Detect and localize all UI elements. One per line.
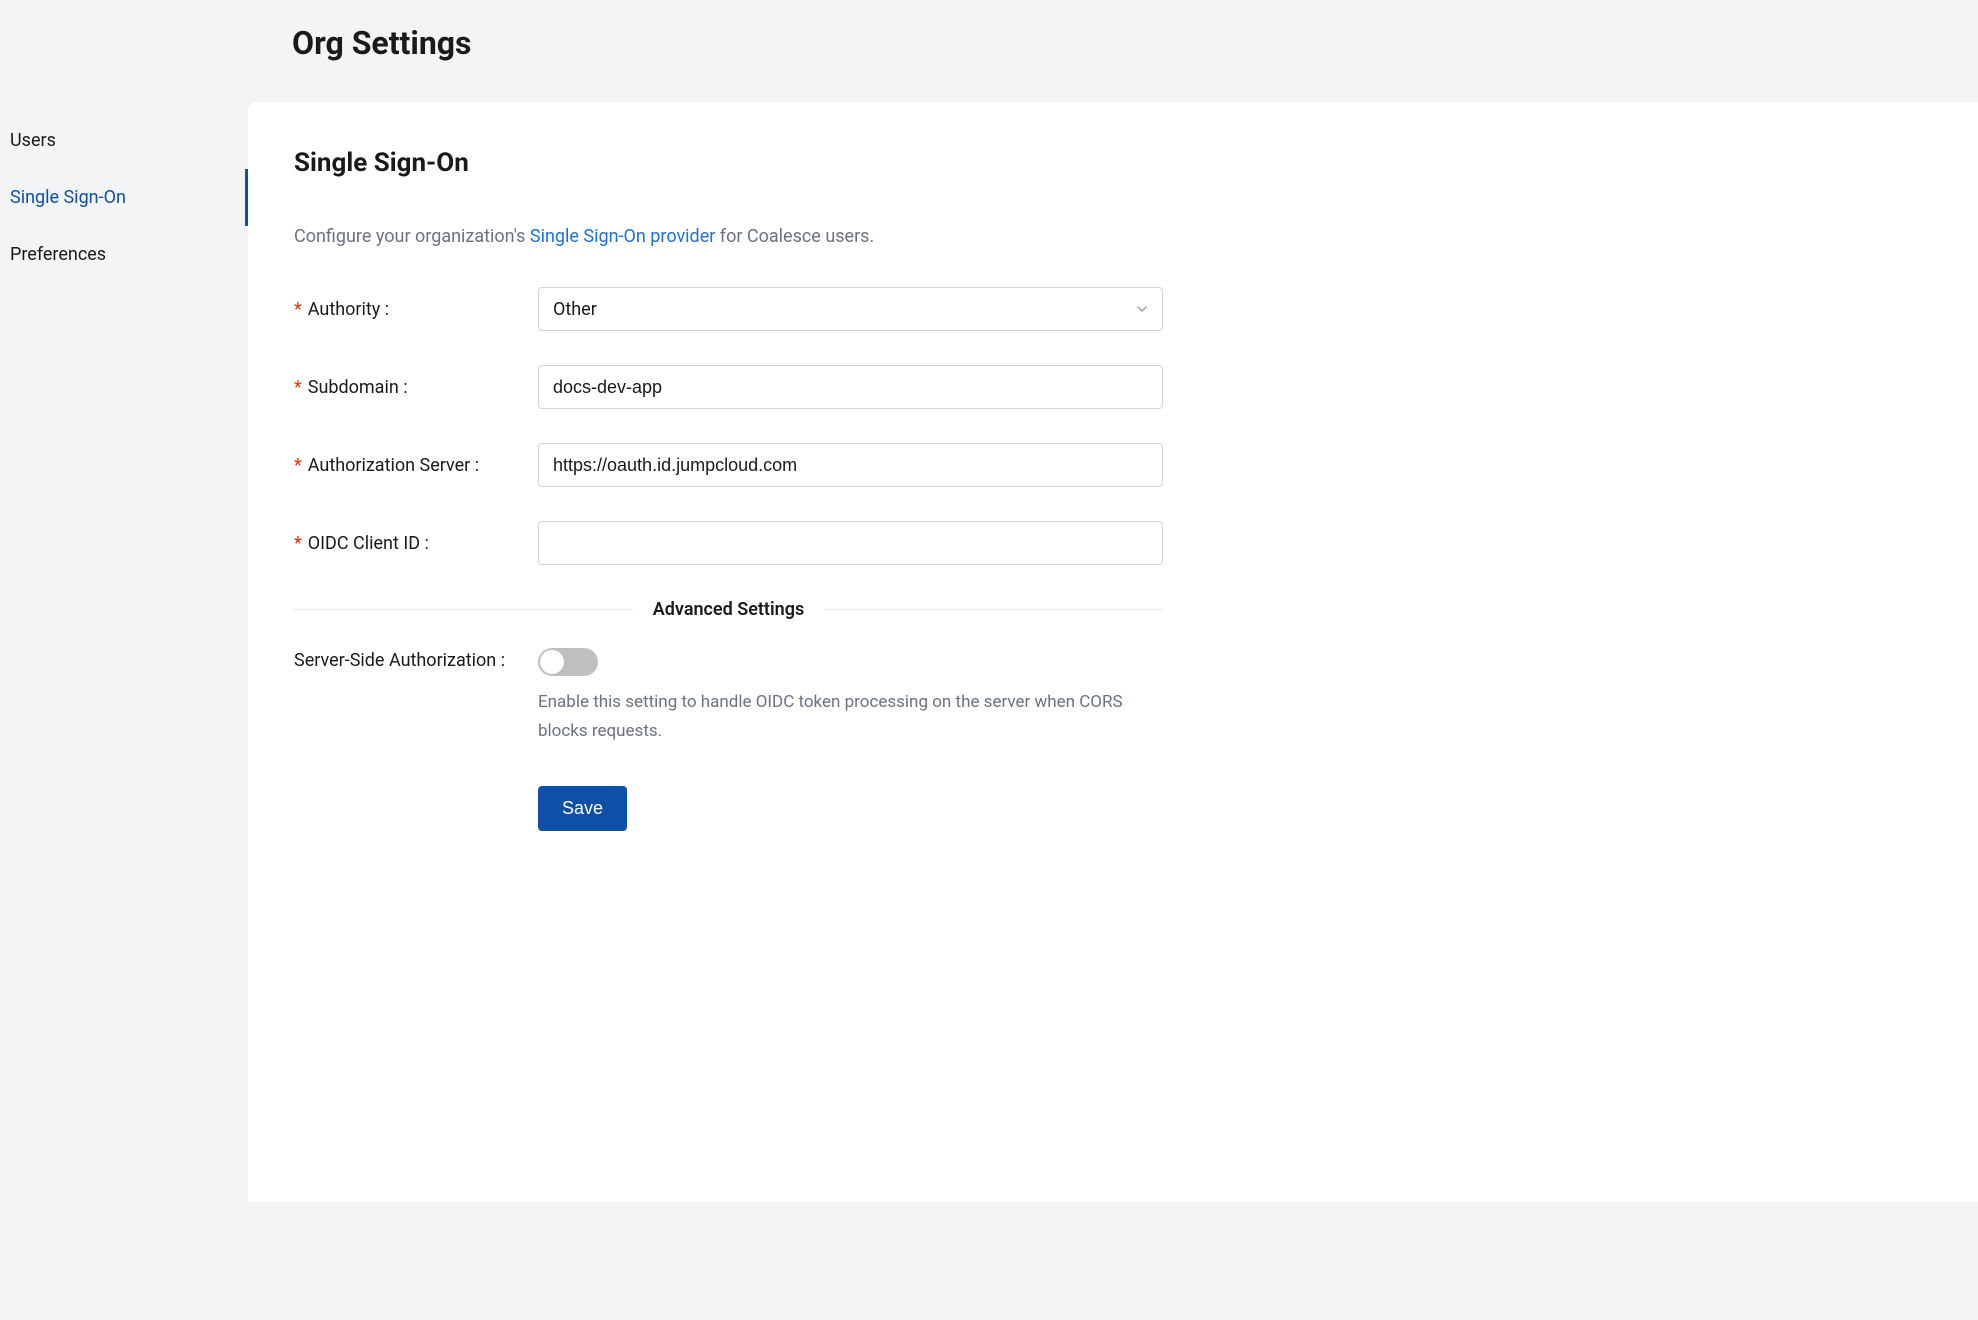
subdomain-label: *Subdomain :	[294, 377, 538, 398]
required-marker: *	[294, 377, 302, 398]
required-marker: *	[294, 455, 302, 476]
auth-server-label-text: Authorization Server	[308, 455, 471, 476]
sidebar-item-preferences[interactable]: Preferences	[0, 226, 248, 283]
divider-line-left	[294, 609, 633, 610]
server-side-auth-help: Enable this setting to handle OIDC token…	[538, 688, 1163, 746]
oidc-client-id-input[interactable]	[538, 521, 1163, 565]
authority-select[interactable]: Other	[538, 287, 1163, 331]
oidc-client-id-label-text: OIDC Client ID	[308, 533, 420, 554]
required-marker: *	[294, 299, 302, 320]
chevron-down-icon	[1136, 303, 1148, 315]
subdomain-input[interactable]	[538, 365, 1163, 409]
subdomain-label-text: Subdomain	[308, 377, 399, 398]
form-row-auth-server: *Authorization Server :	[294, 443, 1932, 487]
authority-select-value: Other	[553, 299, 597, 320]
sso-provider-link[interactable]: Single Sign-On provider	[530, 226, 715, 247]
server-side-auth-label: Server-Side Authorization :	[294, 648, 538, 671]
page-title: Org Settings	[0, 0, 1978, 62]
form-row-authority: *Authority : Other	[294, 287, 1932, 331]
description-prefix: Configure your organization's	[294, 226, 530, 247]
sidebar: Users Single Sign-On Preferences	[0, 102, 248, 1202]
authority-label: *Authority :	[294, 299, 538, 320]
sidebar-item-single-sign-on[interactable]: Single Sign-On	[0, 169, 248, 226]
section-title: Single Sign-On	[294, 148, 1932, 178]
sidebar-item-users[interactable]: Users	[0, 112, 248, 169]
advanced-settings-title: Advanced Settings	[633, 599, 824, 620]
authority-label-text: Authority	[308, 299, 381, 320]
server-side-auth-row: Server-Side Authorization :	[294, 648, 1932, 676]
form-row-oidc-client-id: *OIDC Client ID :	[294, 521, 1932, 565]
advanced-settings-divider: Advanced Settings	[294, 599, 1163, 620]
server-side-auth-label-text: Server-Side Authorization	[294, 650, 496, 671]
toggle-knob	[540, 650, 564, 674]
server-side-auth-toggle[interactable]	[538, 648, 598, 676]
description-suffix: for Coalesce users.	[715, 226, 874, 247]
oidc-client-id-label: *OIDC Client ID :	[294, 533, 538, 554]
save-row: Save	[538, 786, 1932, 831]
auth-server-label: *Authorization Server :	[294, 455, 538, 476]
content-card: Single Sign-On Configure your organizati…	[248, 102, 1978, 1202]
auth-server-input[interactable]	[538, 443, 1163, 487]
save-button[interactable]: Save	[538, 786, 627, 831]
form-row-subdomain: *Subdomain :	[294, 365, 1932, 409]
required-marker: *	[294, 533, 302, 554]
sso-description: Configure your organization's Single Sig…	[294, 226, 1932, 247]
layout: Users Single Sign-On Preferences Single …	[0, 102, 1978, 1202]
divider-line-right	[824, 609, 1163, 610]
